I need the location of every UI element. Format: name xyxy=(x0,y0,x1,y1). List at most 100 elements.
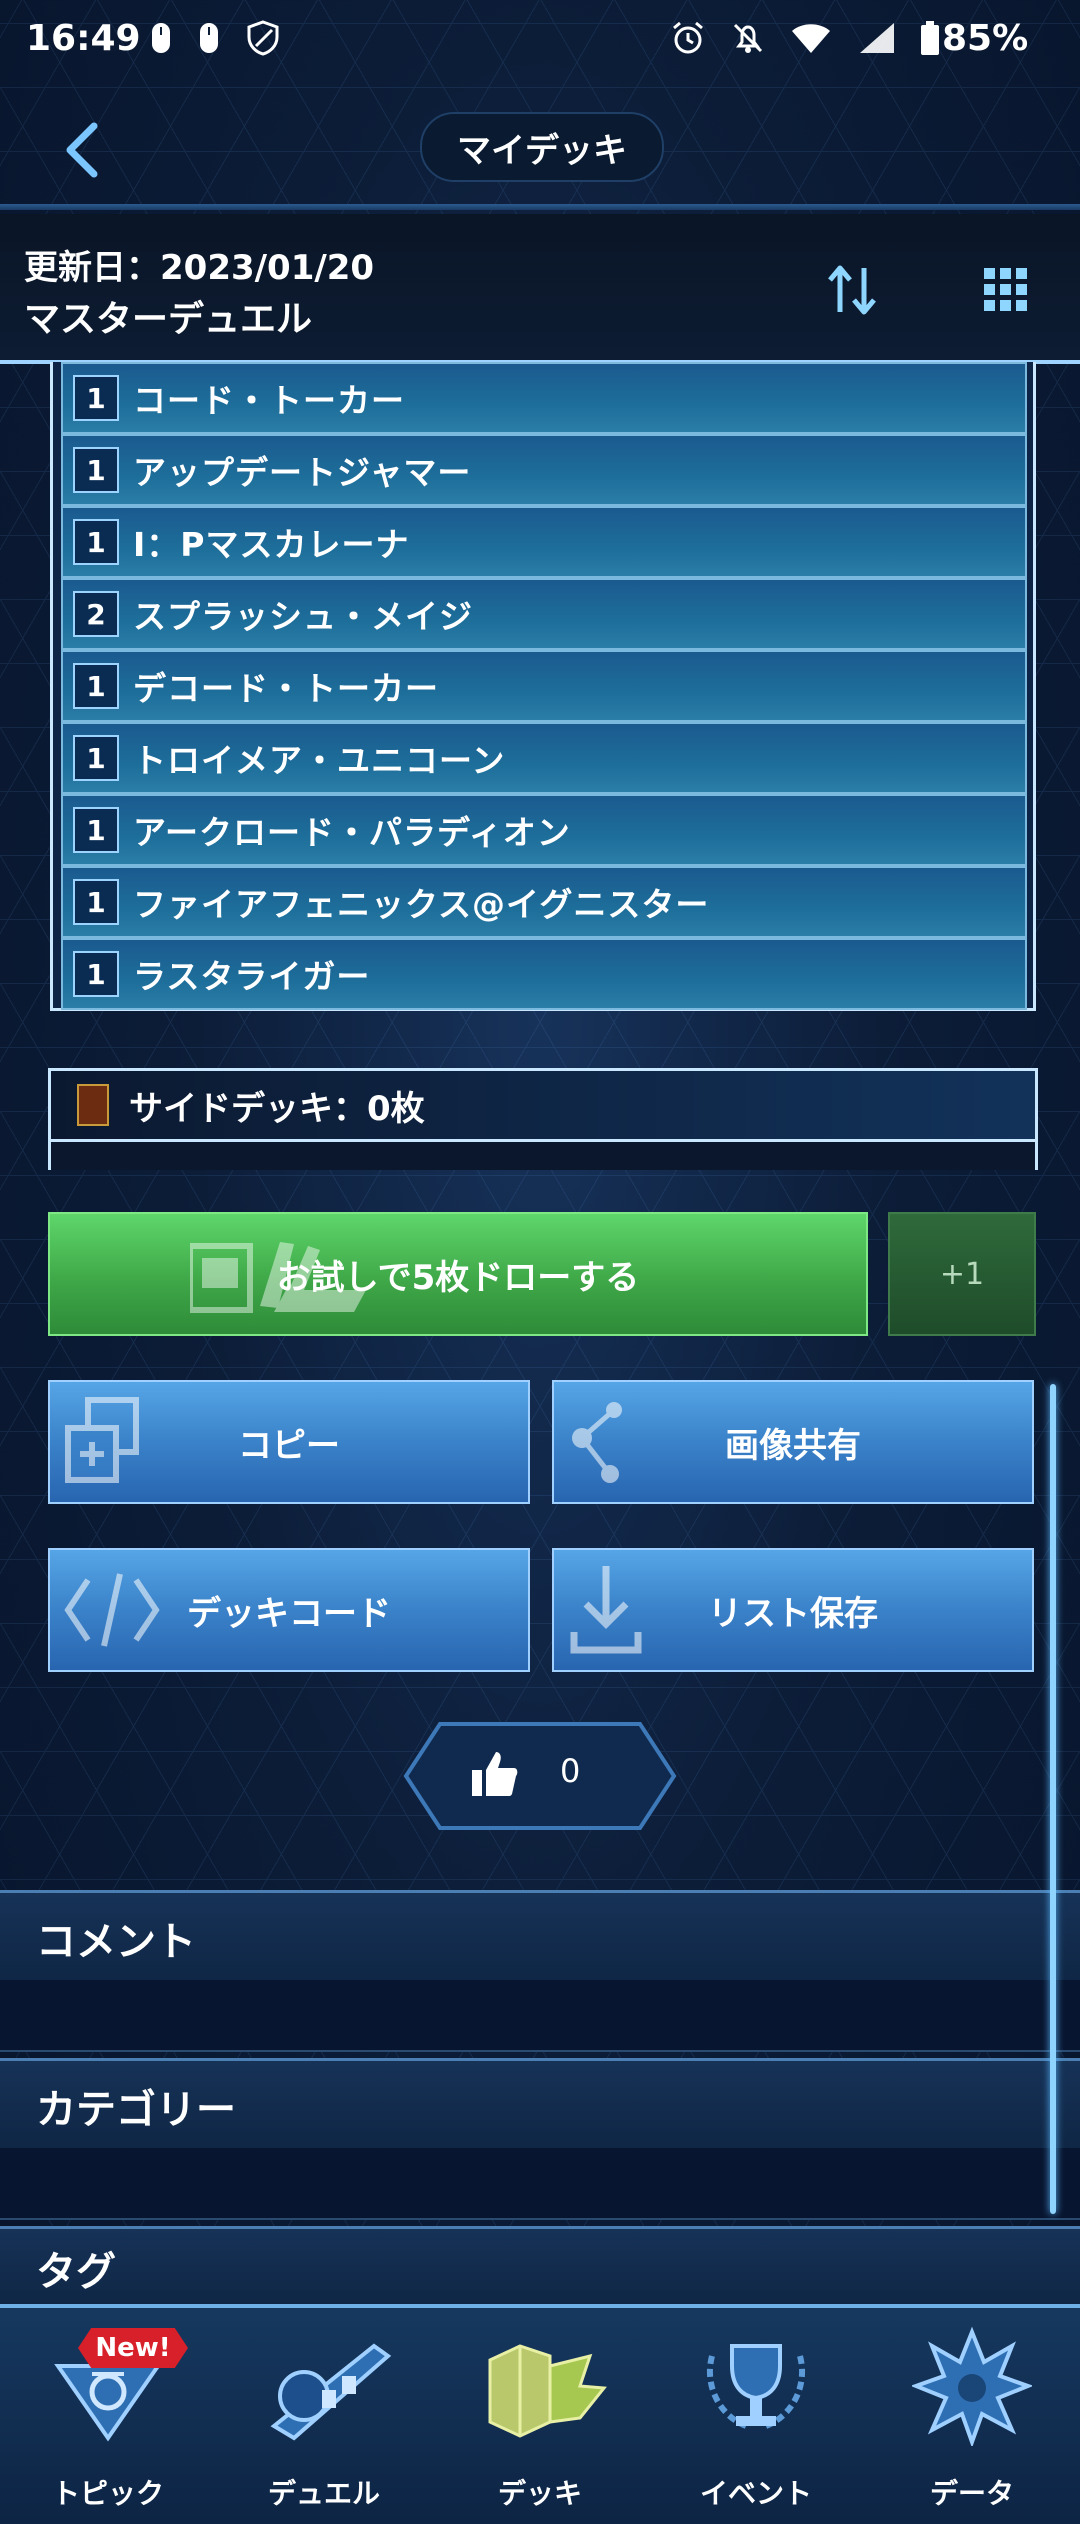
new-badge: New! xyxy=(78,2328,188,2368)
plus-one-label: +1 xyxy=(939,1256,985,1292)
copy-label: コピー xyxy=(238,1425,340,1466)
bell-off-icon xyxy=(733,23,763,53)
card-name: ラスタライガー xyxy=(133,957,371,996)
card-quantity: 1 xyxy=(73,879,119,925)
card-name: スプラッシュ・メイジ xyxy=(133,597,473,636)
deck-name: マスターデュエル xyxy=(24,299,313,340)
tag-section-header[interactable]: タグ xyxy=(0,2226,1080,2310)
page-title: マイデッキ xyxy=(420,112,664,182)
card-quantity: 1 xyxy=(73,951,119,997)
card-name: I：Pマスカレーナ xyxy=(133,525,410,564)
tag-section-title: タグ xyxy=(36,2249,116,2295)
card-row[interactable]: 1 ファイアフェニックス@イグニスター xyxy=(61,866,1027,938)
card-row[interactable]: 1 ラスタライガー xyxy=(61,938,1027,1010)
card-back-icon xyxy=(77,1084,109,1126)
grid-view-button[interactable] xyxy=(980,264,1032,316)
share-icon xyxy=(572,1402,622,1483)
signal-icon xyxy=(860,23,894,53)
side-deck-panel: サイドデッキ：0枚 xyxy=(48,1068,1038,1170)
grid-icon xyxy=(984,268,1027,311)
card-name: コード・トーカー xyxy=(133,381,405,420)
system-icons xyxy=(670,20,940,56)
comment-section-header[interactable]: コメント xyxy=(0,1890,1080,1986)
updated-date: 更新日：2023/01/20 xyxy=(24,248,375,288)
app-header: マイデッキ xyxy=(0,90,1080,210)
category-section-header[interactable]: カテゴリー xyxy=(0,2058,1080,2154)
card-name: アップデートジャマー xyxy=(133,453,472,492)
card-quantity: 1 xyxy=(73,663,119,709)
sort-arrows-icon xyxy=(828,265,876,315)
shield-icon xyxy=(247,20,279,56)
card-quantity: 2 xyxy=(73,591,119,637)
battery-icon xyxy=(921,21,939,55)
mouse-icon xyxy=(152,23,170,53)
copy-icon xyxy=(65,1397,139,1483)
card-quantity: 1 xyxy=(73,519,119,565)
card-row[interactable]: 1 トロイメア・ユニコーン xyxy=(61,722,1027,794)
share-image-button[interactable]: 画像共有 xyxy=(552,1380,1034,1504)
like-frame xyxy=(403,1722,677,1830)
card-quantity: 1 xyxy=(73,735,119,781)
share-image-label: 画像共有 xyxy=(725,1425,861,1466)
comment-section-body xyxy=(0,1980,1080,2052)
card-row[interactable]: 1 アップデートジャマー xyxy=(61,434,1027,506)
card-row[interactable]: 1 デコード・トーカー xyxy=(61,650,1027,722)
scrollbar[interactable] xyxy=(1050,1384,1056,2214)
card-name: トロイメア・ユニコーン xyxy=(133,741,506,780)
nav-item-deck[interactable]: デッキ xyxy=(432,2308,648,2524)
notification-icons xyxy=(150,20,280,56)
card-row[interactable]: 2 スプラッシュ・メイジ xyxy=(61,578,1027,650)
nav-item-data[interactable]: データ xyxy=(864,2308,1080,2524)
side-deck-list-empty xyxy=(51,1139,1035,1170)
nav-item-duel[interactable]: デュエル xyxy=(216,2308,432,2524)
deck-info-bar: 更新日：2023/01/20 マスターデュエル xyxy=(0,214,1080,364)
thumbs-up-icon xyxy=(472,1752,518,1796)
test-draw-button[interactable]: お試しで5枚ドローする xyxy=(48,1212,868,1336)
save-list-label: リスト保存 xyxy=(708,1593,878,1634)
nav-label: デュエル xyxy=(267,2477,380,2510)
card-row[interactable]: 1 I：Pマスカレーナ xyxy=(61,506,1027,578)
card-quantity: 1 xyxy=(73,447,119,493)
nav-label: データ xyxy=(929,2477,1014,2510)
wifi-icon xyxy=(792,24,830,53)
back-button[interactable] xyxy=(52,120,112,180)
code-icon xyxy=(64,1573,160,1647)
sort-button[interactable] xyxy=(822,260,882,320)
bottom-navigation: New! トピック デュエル デッキ イベント データ xyxy=(0,2304,1080,2524)
deck-code-button[interactable]: デッキコード xyxy=(48,1548,530,1672)
nav-label: デッキ xyxy=(497,2477,582,2510)
trophy-icon xyxy=(706,2344,806,2429)
character-icon xyxy=(912,2326,1032,2446)
download-icon xyxy=(570,1566,642,1654)
copy-button[interactable]: コピー xyxy=(48,1380,530,1504)
card-name: デコード・トーカー xyxy=(133,669,439,708)
nav-label: トピック xyxy=(51,2477,164,2510)
header-divider xyxy=(0,204,1080,210)
side-deck-label: サイドデッキ：0枚 xyxy=(129,1088,425,1129)
like-button[interactable]: 0 xyxy=(400,1720,680,1832)
card-name: ファイアフェニックス@イグニスター xyxy=(133,885,710,924)
nav-label: イベント xyxy=(699,2477,812,2510)
card-row[interactable]: 1 アークロード・パラディオン xyxy=(61,794,1027,866)
mouse-icon xyxy=(200,23,218,53)
side-deck-header[interactable]: サイドデッキ：0枚 xyxy=(51,1071,1035,1139)
comment-section-title: コメント xyxy=(36,1919,196,1965)
card-quantity: 1 xyxy=(73,807,119,853)
status-bar: 16:49 85% xyxy=(0,0,1080,80)
draw-one-more-button[interactable]: +1 xyxy=(888,1212,1036,1336)
clock: 16:49 xyxy=(26,18,141,59)
extra-deck-card-list: 1 コード・トーカー 1 アップデートジャマー 1 I：Pマスカレーナ 2 スプラッシュ… xyxy=(50,362,1036,1011)
card-row[interactable]: 1 コード・トーカー xyxy=(61,362,1027,434)
save-list-button[interactable]: リスト保存 xyxy=(552,1548,1034,1672)
battery-percent: 85% xyxy=(942,18,1029,59)
card-quantity: 1 xyxy=(73,375,119,421)
nav-item-topic[interactable]: New! トピック xyxy=(0,2308,216,2524)
alarm-icon xyxy=(673,21,703,54)
card-name: アークロード・パラディオン xyxy=(133,813,571,852)
chevron-left-icon xyxy=(66,122,98,178)
nav-item-event[interactable]: イベント xyxy=(648,2308,864,2524)
category-section-body xyxy=(0,2148,1080,2220)
deck-code-label: デッキコード xyxy=(187,1593,391,1634)
like-count: 0 xyxy=(560,1752,581,1790)
deck-box-icon xyxy=(488,2344,607,2438)
